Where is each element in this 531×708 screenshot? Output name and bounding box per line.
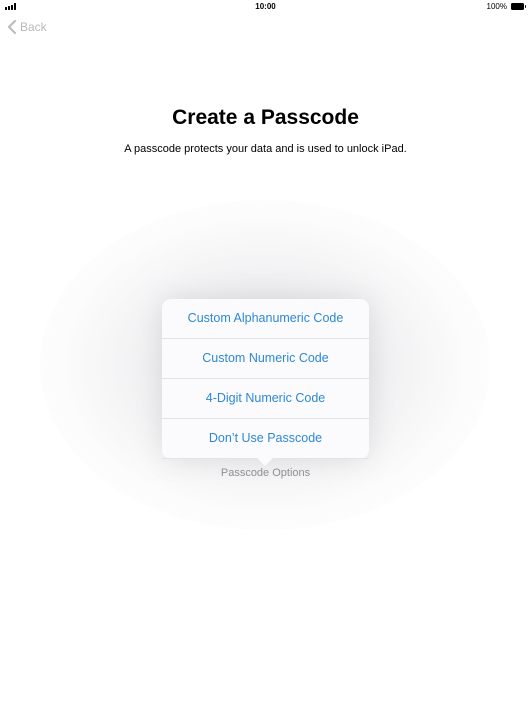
status-time: 10:00: [255, 2, 276, 11]
dont-use-passcode-option[interactable]: Don’t Use Passcode: [162, 419, 369, 459]
back-label: Back: [20, 20, 47, 34]
chevron-left-icon: [8, 20, 16, 34]
status-bar: 10:00 100%: [0, 0, 531, 14]
battery-percent: 100%: [486, 2, 507, 11]
page-title: Create a Passcode: [172, 106, 359, 129]
battery-icon: [511, 3, 526, 10]
popover-arrow: [257, 458, 273, 466]
page-subtitle: A passcode protects your data and is use…: [124, 143, 407, 155]
custom-alphanumeric-code-option[interactable]: Custom Alphanumeric Code: [162, 299, 369, 339]
custom-numeric-code-option[interactable]: Custom Numeric Code: [162, 339, 369, 379]
passcode-options-popover: Custom Alphanumeric Code Custom Numeric …: [162, 299, 369, 466]
screen: 10:00 100% Back Create a Passcode A pass…: [0, 0, 531, 708]
back-button[interactable]: Back: [8, 20, 47, 34]
passcode-options-caption[interactable]: Passcode Options: [0, 467, 531, 479]
four-digit-numeric-code-option[interactable]: 4-Digit Numeric Code: [162, 379, 369, 419]
